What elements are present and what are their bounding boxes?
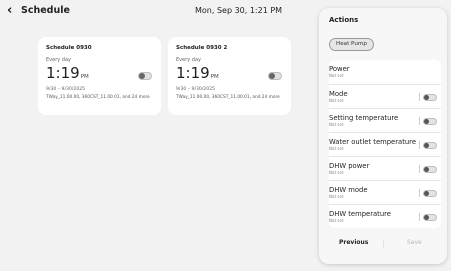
action-label: Power — [329, 65, 350, 73]
action-row-mode[interactable]: Mode Not set — [329, 84, 441, 108]
schedule-date-range: 9/30 – 9/30/2025 — [46, 87, 86, 92]
toggle-knob — [424, 119, 429, 124]
action-row-dhw-temperature[interactable]: DHW temperature Not set — [329, 204, 441, 228]
schedule-devices: TWay_11.00.00, 360CST_11.00.01, and 24 m… — [176, 95, 280, 100]
schedule-name: Schedule 0930 2 — [176, 45, 228, 51]
toggle-knob — [424, 167, 429, 172]
action-toggle[interactable] — [423, 94, 437, 101]
action-label: Setting temperature — [329, 114, 399, 122]
toggle-knob — [139, 73, 145, 79]
action-status: Not set — [329, 194, 344, 199]
action-toggle[interactable] — [423, 166, 437, 173]
action-row-water-outlet-temperature[interactable]: Water outlet temperature Not set — [329, 132, 441, 156]
schedule-card[interactable]: Schedule 0930 Every day 1:19PM 9/30 – 9/… — [38, 37, 161, 115]
action-label: DHW mode — [329, 186, 368, 194]
device-chip[interactable]: Heat Pump — [329, 38, 374, 51]
action-status: Not set — [329, 170, 344, 175]
action-toggle[interactable] — [423, 214, 437, 221]
schedule-repeat: Every day — [176, 57, 201, 63]
toggle-knob — [424, 143, 429, 148]
divider — [419, 141, 420, 149]
divider — [419, 93, 420, 101]
action-label: Mode — [329, 90, 348, 98]
divider — [419, 117, 420, 125]
actions-panel-title: Actions — [329, 16, 359, 24]
schedule-time-value: 1:19 — [176, 64, 210, 82]
action-row-setting-temperature[interactable]: Setting temperature Not set — [329, 108, 441, 132]
schedule-time: 1:19PM — [176, 64, 219, 82]
action-status: Not set — [329, 146, 344, 151]
schedule-ampm: PM — [80, 74, 89, 80]
toggle-knob — [424, 191, 429, 196]
action-status: Not set — [329, 122, 344, 127]
action-status: Not set — [329, 218, 344, 223]
divider — [419, 189, 420, 197]
action-toggle[interactable] — [423, 142, 437, 149]
schedule-toggle[interactable] — [138, 72, 152, 80]
page-title: Schedule — [21, 5, 70, 16]
action-label: DHW power — [329, 162, 370, 170]
schedule-card[interactable]: Schedule 0930 2 Every day 1:19PM 9/30 – … — [168, 37, 291, 115]
schedule-date-range: 9/30 – 9/30/2025 — [176, 87, 216, 92]
actions-panel: Actions Heat Pump Power Not set Mode Not… — [319, 8, 447, 264]
toggle-knob — [269, 73, 275, 79]
action-toggle[interactable] — [423, 118, 437, 125]
schedule-time-value: 1:19 — [46, 64, 80, 82]
action-row-dhw-mode[interactable]: DHW mode Not set — [329, 180, 441, 204]
actions-footer: Previous Save — [319, 230, 447, 258]
action-label: Water outlet temperature — [329, 138, 417, 146]
action-status: Not set — [329, 73, 344, 78]
schedule-name: Schedule 0930 — [46, 45, 92, 51]
schedule-toggle[interactable] — [268, 72, 282, 80]
chevron-left-icon[interactable]: ‹ — [7, 4, 12, 18]
action-row-power[interactable]: Power Not set — [329, 60, 441, 84]
toggle-knob — [424, 215, 429, 220]
schedule-devices: TWay_11.00.00, 360CST_11.00.01, and 24 m… — [46, 95, 150, 100]
action-row-dhw-power[interactable]: DHW power Not set — [329, 156, 441, 180]
action-status: Not set — [329, 98, 344, 103]
toggle-knob — [424, 95, 429, 100]
action-toggle[interactable] — [423, 190, 437, 197]
date-time-label: Mon, Sep 30, 1:21 PM — [195, 6, 283, 15]
action-label: DHW temperature — [329, 210, 391, 218]
previous-button[interactable]: Previous — [339, 239, 368, 246]
schedule-ampm: PM — [210, 74, 219, 80]
schedule-repeat: Every day — [46, 57, 71, 63]
schedule-time: 1:19PM — [46, 64, 89, 82]
divider — [419, 165, 420, 173]
actions-list: Power Not set Mode Not set Setting tempe… — [329, 60, 441, 228]
save-button[interactable]: Save — [407, 239, 422, 246]
divider — [419, 213, 420, 221]
divider — [383, 240, 384, 248]
